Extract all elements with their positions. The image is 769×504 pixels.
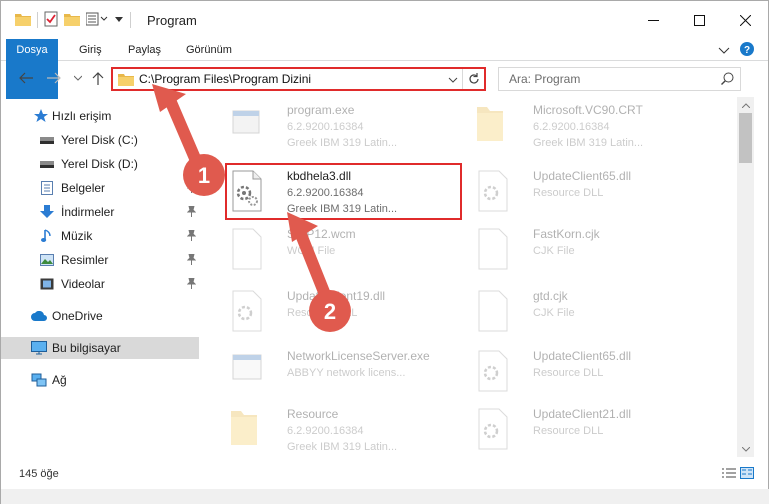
- pin-icon[interactable]: [186, 253, 197, 268]
- details-view-icon[interactable]: [722, 467, 736, 482]
- window-controls: [630, 1, 768, 39]
- view-options-icon[interactable]: [85, 12, 108, 29]
- nav-item-downloads[interactable]: İndirmeler: [1, 201, 199, 223]
- properties-icon[interactable]: [44, 11, 58, 30]
- cloud-icon: [31, 308, 47, 324]
- item-count: 145 öğe: [19, 468, 59, 480]
- address-row: C:\Program Files\Program Dizini Ara: Pro…: [1, 62, 768, 94]
- file-item[interactable]: NetworkLicenseServer.exe ABBYY network l…: [225, 343, 465, 403]
- search-box[interactable]: Ara: Program: [498, 67, 741, 91]
- minimize-button[interactable]: [630, 1, 676, 39]
- quick-access-toolbar: [15, 10, 131, 30]
- view-switcher: [722, 467, 754, 482]
- toolbar-separator: [130, 12, 131, 28]
- file-item[interactable]: UpdateClient21.dll Resource DLL: [471, 401, 711, 457]
- scrollbar-thumb[interactable]: [739, 113, 752, 163]
- qat-chevron-down-icon[interactable]: [114, 13, 124, 27]
- music-icon: [39, 228, 55, 244]
- scroll-up-icon[interactable]: [737, 97, 754, 113]
- generic-file-icon: [229, 227, 269, 275]
- nav-item-this-pc[interactable]: Bu bilgisayar: [1, 337, 199, 359]
- nav-item-music[interactable]: Müzik: [1, 225, 199, 247]
- folder-icon: [15, 12, 31, 29]
- nav-item-videos[interactable]: Videolar: [1, 273, 199, 295]
- vertical-scrollbar[interactable]: [737, 97, 754, 457]
- toolbar-separator: [37, 12, 38, 28]
- file-item[interactable]: SWP12.wcm WCM File: [225, 221, 465, 281]
- address-path[interactable]: C:\Program Files\Program Dizini: [139, 72, 311, 86]
- file-highlight-box: [225, 163, 462, 220]
- drive-icon: [39, 132, 55, 148]
- ribbon: Dosya Giriş Paylaş Görünüm ?: [1, 39, 768, 99]
- forward-button[interactable]: [45, 69, 63, 87]
- download-icon: [39, 204, 55, 220]
- search-icon[interactable]: [721, 72, 734, 88]
- tab-view[interactable]: Görünüm: [186, 39, 232, 61]
- nav-item-local-disk-c[interactable]: Yerel Disk (C:): [1, 129, 199, 151]
- star-icon: [33, 108, 49, 124]
- title-bar: Program: [1, 1, 768, 39]
- file-item[interactable]: program.exe 6.2.9200.16384 Greek IBM 319…: [225, 97, 465, 157]
- folder-icon: [475, 103, 515, 151]
- nav-item-quick-access[interactable]: Hızlı erişim: [1, 105, 199, 127]
- nav-item-network[interactable]: Ağ: [1, 369, 199, 391]
- bottom-strip: [1, 489, 769, 504]
- explorer-window: Program Dosya Giriş Paylaş Görünüm ? C:\…: [0, 0, 769, 504]
- folder-icon: [229, 407, 269, 455]
- dll-file-icon: [475, 169, 515, 217]
- nav-item-local-disk-d[interactable]: Yerel Disk (D:): [1, 153, 199, 175]
- nav-item-onedrive[interactable]: OneDrive: [1, 305, 199, 327]
- file-item[interactable]: UpdateClient65.dll Resource DLL: [471, 343, 711, 403]
- nav-item-pictures[interactable]: Resimler: [1, 249, 199, 271]
- network-icon: [31, 372, 47, 388]
- file-item[interactable]: UpdateClient19.dll Resource DLL: [225, 283, 465, 343]
- dll-file-icon: [229, 289, 269, 337]
- file-list: program.exe 6.2.9200.16384 Greek IBM 319…: [211, 97, 735, 457]
- generic-file-icon: [475, 289, 515, 337]
- up-button[interactable]: [89, 69, 107, 87]
- navigation-pane: Hızlı erişim Yerel Disk (C:) Yerel Disk …: [1, 97, 201, 457]
- file-item[interactable]: gtd.cjk CJK File: [471, 283, 711, 343]
- ribbon-controls: ?: [718, 42, 754, 59]
- pictures-icon: [39, 252, 55, 268]
- large-icons-view-icon[interactable]: [740, 467, 754, 482]
- maximize-button[interactable]: [676, 1, 722, 39]
- recent-locations-button[interactable]: [69, 69, 87, 87]
- tab-home[interactable]: Giriş: [79, 39, 102, 61]
- pin-icon[interactable]: [186, 277, 197, 292]
- videos-icon: [39, 276, 55, 292]
- documents-icon: [39, 180, 55, 196]
- ribbon-expand-icon[interactable]: [718, 44, 730, 58]
- pin-icon[interactable]: [186, 181, 197, 196]
- search-input[interactable]: Ara: Program: [509, 72, 580, 86]
- dll-file-icon: [475, 349, 515, 397]
- file-item[interactable]: FastKorn.cjk CJK File: [471, 221, 711, 281]
- generic-file-icon: [475, 227, 515, 275]
- pin-icon[interactable]: [186, 229, 197, 244]
- new-folder-icon[interactable]: [64, 12, 80, 29]
- file-item[interactable]: Resource 6.2.9200.16384 Greek IBM 319 La…: [225, 401, 465, 457]
- window-title: Program: [147, 13, 197, 28]
- svg-text:?: ?: [744, 45, 750, 56]
- exe-file-icon: [229, 349, 269, 397]
- help-icon[interactable]: ?: [740, 42, 754, 59]
- nav-item-documents[interactable]: Belgeler: [1, 177, 199, 199]
- tab-share[interactable]: Paylaş: [128, 39, 161, 61]
- drive-icon: [39, 156, 55, 172]
- computer-icon: [31, 340, 47, 356]
- folder-icon: [118, 73, 134, 89]
- scroll-down-icon[interactable]: [737, 441, 754, 457]
- address-dropdown-icon[interactable]: [446, 72, 460, 88]
- status-bar: 145 öğe: [1, 461, 768, 489]
- file-item[interactable]: Microsoft.VC90.CRT 6.2.9200.16384 Greek …: [471, 97, 711, 157]
- file-item[interactable]: UpdateClient65.dll Resource DLL: [471, 163, 711, 223]
- refresh-button[interactable]: [462, 69, 484, 89]
- dll-file-icon: [475, 407, 515, 455]
- pin-icon[interactable]: [186, 205, 197, 220]
- close-button[interactable]: [722, 1, 768, 39]
- back-button[interactable]: [17, 69, 35, 87]
- address-bar[interactable]: C:\Program Files\Program Dizini: [111, 67, 486, 91]
- exe-file-icon: [229, 103, 269, 151]
